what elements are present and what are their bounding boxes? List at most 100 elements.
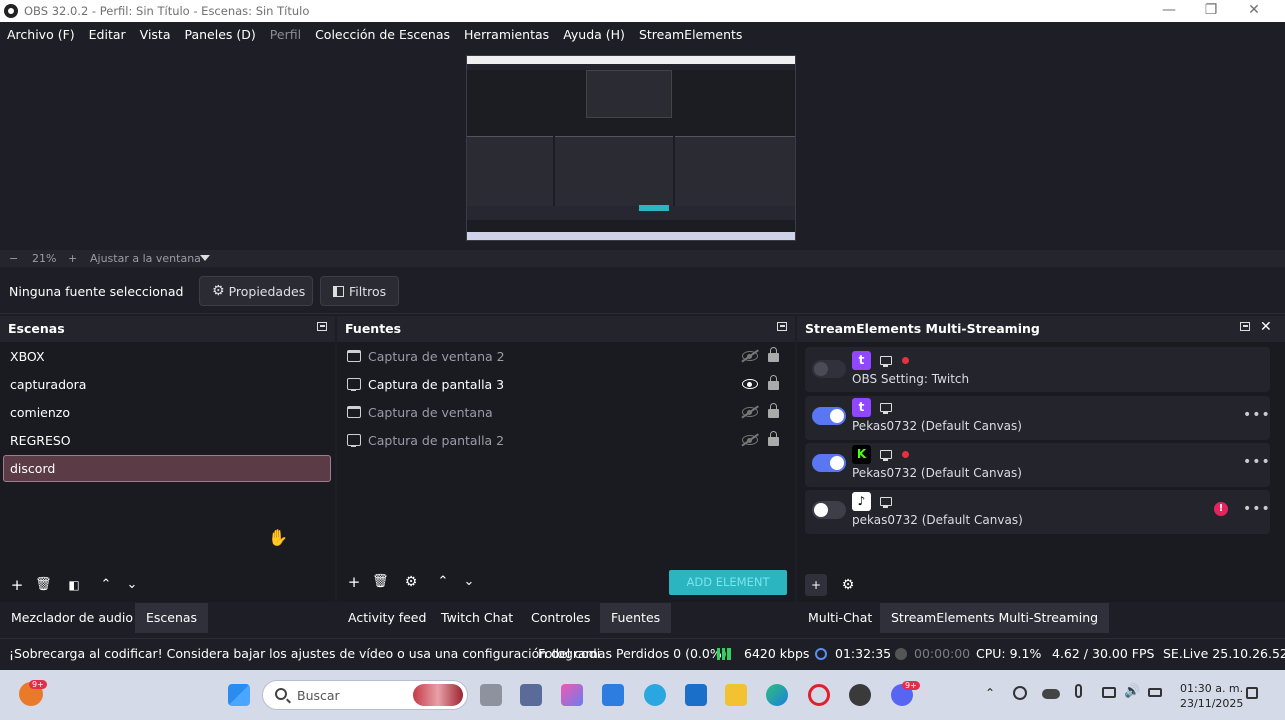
windows-taskbar: 9+ Buscar 9+ ⌃ 🔊 01:30 a. m. 23/11/2025 [0, 670, 1285, 720]
source-item[interactable]: Captura de pantalla 3 [345, 371, 785, 398]
show-hidden-icons-icon[interactable]: ⌃ [985, 686, 995, 700]
multistream-settings-gear-icon[interactable]: ⚙ [837, 574, 859, 596]
taskbar-search[interactable]: Buscar [262, 680, 468, 710]
stream-toggle[interactable] [812, 407, 846, 425]
close-window-button[interactable]: ✕ [1232, 0, 1276, 22]
task-view-icon[interactable] [480, 684, 502, 706]
stream-toggle[interactable] [812, 454, 846, 472]
network-icon[interactable] [1102, 687, 1116, 698]
menu-paneles[interactable]: Paneles (D) [185, 27, 256, 42]
lock-icon[interactable] [768, 375, 779, 390]
move-scene-up-button[interactable]: ⌃ [98, 577, 114, 593]
menu-coleccion-escenas[interactable]: Colección de Escenas [315, 27, 450, 42]
sources-dock-header: Fuentes [337, 316, 795, 342]
cloud-icon[interactable] [1042, 689, 1060, 699]
tab-controls[interactable]: Controles [520, 603, 601, 633]
undock-icon[interactable] [317, 322, 327, 331]
preview-canvas[interactable] [466, 55, 796, 241]
windows-start-icon[interactable] [228, 684, 250, 706]
lock-icon[interactable] [768, 347, 779, 362]
stream-toggle[interactable] [812, 360, 846, 378]
discord-badge: 9+ [902, 681, 920, 690]
zoom-dropdown-icon[interactable] [200, 255, 210, 261]
tab-audio-mixer[interactable]: Mezclador de audio [0, 603, 144, 633]
edge-icon[interactable] [766, 684, 788, 706]
store-icon[interactable] [602, 684, 624, 706]
more-options-icon[interactable]: ••• [1243, 407, 1271, 423]
menu-perfil[interactable]: Perfil [270, 27, 301, 42]
battery-icon[interactable] [1148, 688, 1162, 697]
obs-taskbar-icon[interactable] [849, 684, 871, 706]
zoom-out-button[interactable]: − [9, 252, 18, 265]
tab-scenes[interactable]: Escenas [135, 603, 209, 633]
scene-filters-button[interactable]: ◧ [66, 577, 82, 593]
close-dock-icon[interactable]: ✕ [1260, 319, 1272, 335]
minimize-button[interactable]: — [1147, 0, 1191, 22]
source-properties-gear-icon[interactable]: ⚙ [403, 574, 419, 590]
add-source-button[interactable]: + [346, 574, 362, 590]
source-item[interactable]: Captura de pantalla 2 [345, 427, 785, 454]
multistream-row: K Pekas0732 (Default Canvas) ••• [805, 443, 1270, 487]
scenes-toolbar: + 🗑 ◧ ⌃ ⌄ [0, 570, 335, 602]
opera-icon[interactable] [808, 684, 830, 706]
edge-beta-icon[interactable] [644, 684, 666, 706]
scene-item[interactable]: comienzo [3, 399, 331, 426]
microphone-icon[interactable] [1075, 684, 1082, 698]
lock-icon[interactable] [768, 403, 779, 418]
notifications-icon[interactable] [1246, 687, 1258, 699]
visibility-hidden-icon[interactable] [742, 407, 758, 417]
scene-item[interactable]: capturadora [3, 371, 331, 398]
tab-sources[interactable]: Fuentes [600, 603, 672, 633]
warning-icon[interactable]: ! [1214, 502, 1228, 516]
add-scene-button[interactable]: + [9, 577, 25, 593]
sync-icon[interactable] [1013, 686, 1027, 700]
properties-button[interactable]: ⚙ Propiedades [199, 276, 313, 306]
undock-icon[interactable] [1240, 322, 1250, 331]
move-source-up-button[interactable]: ⌃ [435, 574, 451, 590]
volume-icon[interactable]: 🔊 [1124, 684, 1140, 699]
more-options-icon[interactable]: ••• [1243, 454, 1271, 470]
stream-toggle[interactable] [812, 501, 846, 519]
menu-ayuda[interactable]: Ayuda (H) [563, 27, 625, 42]
tab-multistreaming[interactable]: StreamElements Multi-Streaming [880, 603, 1110, 633]
remove-scene-button[interactable]: 🗑 [35, 577, 52, 593]
scene-item[interactable]: REGRESO [3, 427, 331, 454]
add-destination-button[interactable]: + [805, 574, 827, 596]
tab-multi-chat[interactable]: Multi-Chat [797, 603, 883, 633]
more-options-icon[interactable]: ••• [1243, 501, 1271, 517]
window-title: OBS 32.0.2 - Perfil: Sin Título - Escena… [24, 4, 310, 18]
menu-herramientas[interactable]: Herramientas [464, 27, 549, 42]
outlook-icon[interactable] [685, 684, 707, 706]
scene-item-selected[interactable]: discord [3, 455, 331, 482]
visibility-visible-icon[interactable] [742, 379, 758, 389]
source-item[interactable]: Captura de ventana 2 [345, 343, 785, 370]
filters-button[interactable]: Filtros [320, 276, 399, 306]
menu-streamelements[interactable]: StreamElements [639, 27, 743, 42]
lock-icon[interactable] [768, 431, 779, 446]
menu-vista[interactable]: Vista [140, 27, 171, 42]
scene-item[interactable]: XBOX [3, 343, 331, 370]
move-scene-down-button[interactable]: ⌄ [124, 577, 140, 593]
visibility-hidden-icon[interactable] [742, 435, 758, 445]
zoom-fit-label[interactable]: Ajustar a la ventana [90, 252, 201, 265]
menu-archivo[interactable]: Archivo (F) [7, 27, 75, 42]
taskbar-date[interactable]: 23/11/2025 [1180, 697, 1243, 710]
copilot-icon[interactable] [561, 684, 583, 706]
app-icon[interactable] [520, 684, 542, 706]
visibility-hidden-icon[interactable] [742, 351, 758, 361]
file-explorer-icon[interactable] [725, 684, 747, 706]
zoom-in-button[interactable]: + [68, 252, 77, 265]
menu-editar[interactable]: Editar [89, 27, 126, 42]
move-source-down-button[interactable]: ⌄ [461, 574, 477, 590]
source-label: Captura de pantalla 3 [368, 377, 505, 392]
taskbar-time[interactable]: 01:30 a. m. [1180, 682, 1243, 695]
undock-icon[interactable] [777, 322, 787, 331]
search-placeholder: Buscar [297, 688, 340, 703]
scenes-dock-header: Escenas [0, 316, 335, 342]
tab-activity-feed[interactable]: Activity feed [337, 603, 437, 633]
remove-source-button[interactable]: 🗑 [372, 574, 389, 590]
tab-twitch-chat[interactable]: Twitch Chat [430, 603, 524, 633]
source-item[interactable]: Captura de ventana [345, 399, 785, 426]
add-element-button[interactable]: ADD ELEMENT [669, 570, 787, 595]
maximize-button[interactable]: ❐ [1189, 0, 1233, 22]
